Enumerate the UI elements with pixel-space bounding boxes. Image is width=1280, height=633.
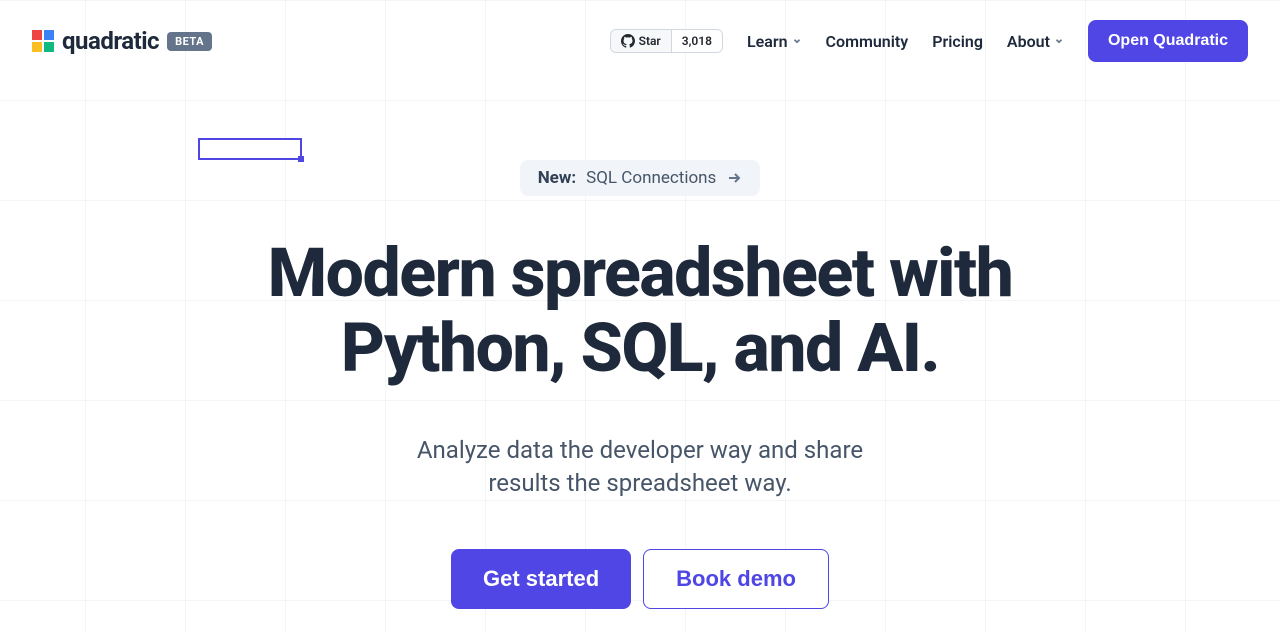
nav-right: Star 3,018 Learn Community Pricing About…	[610, 20, 1248, 62]
open-quadratic-button[interactable]: Open Quadratic	[1088, 20, 1248, 62]
nav-pricing-label: Pricing	[932, 32, 983, 51]
chevron-down-icon	[792, 36, 802, 46]
nav-community-label: Community	[826, 32, 909, 51]
announcement-pill[interactable]: New: SQL Connections	[520, 160, 761, 196]
get-started-button[interactable]: Get started	[451, 549, 631, 609]
logo-group[interactable]: quadratic BETA	[32, 27, 212, 55]
github-star-label: Star	[639, 34, 661, 48]
header: quadratic BETA Star 3,018 Learn Communit…	[0, 0, 1280, 82]
nav-learn[interactable]: Learn	[747, 32, 802, 51]
github-star-button[interactable]: Star	[611, 30, 672, 52]
nav-about-label: About	[1007, 32, 1050, 51]
cta-row: Get started Book demo	[451, 549, 829, 609]
main-content: New: SQL Connections Modern spreadsheet …	[0, 82, 1280, 609]
hero-subtitle: Analyze data the developer way and share…	[390, 434, 890, 501]
beta-badge: BETA	[167, 32, 212, 51]
github-star-count[interactable]: 3,018	[672, 30, 722, 52]
nav-learn-label: Learn	[747, 32, 788, 51]
announcement-new-label: New:	[538, 168, 576, 188]
nav-community[interactable]: Community	[826, 32, 909, 51]
github-star-widget[interactable]: Star 3,018	[610, 29, 723, 53]
book-demo-button[interactable]: Book demo	[643, 549, 829, 609]
chevron-down-icon	[1054, 36, 1064, 46]
hero-title: Modern spreadsheet with Python, SQL, and…	[190, 236, 1090, 386]
github-icon	[621, 34, 635, 48]
brand-name: quadratic	[62, 27, 159, 55]
announcement-text: SQL Connections	[586, 168, 716, 188]
quadratic-logo-icon	[32, 30, 54, 52]
nav-about[interactable]: About	[1007, 32, 1064, 51]
nav-pricing[interactable]: Pricing	[932, 32, 983, 51]
arrow-right-icon	[726, 170, 742, 186]
